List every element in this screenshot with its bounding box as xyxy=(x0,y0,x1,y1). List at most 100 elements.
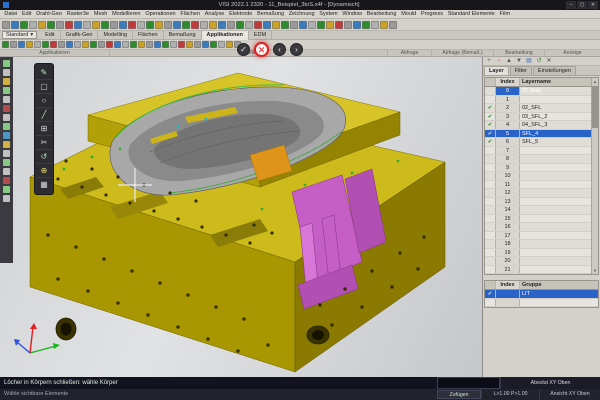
rotate-tool-icon[interactable]: ↺ xyxy=(36,150,52,164)
layer-visible-empty[interactable] xyxy=(485,298,496,306)
edit-tool-icon[interactable]: ✎ xyxy=(36,66,52,80)
toolbar-icon[interactable] xyxy=(83,20,91,29)
toolbar-icon[interactable] xyxy=(98,41,105,48)
toolbar-icon[interactable] xyxy=(82,41,89,48)
toolbar-icon[interactable] xyxy=(74,41,81,48)
toolbar-icon[interactable] xyxy=(34,41,41,48)
menu-datei[interactable]: Datei xyxy=(2,10,20,18)
toolbar-icon[interactable] xyxy=(202,41,209,48)
layer-list-icon[interactable]: ▤ xyxy=(525,57,533,65)
layer-visible-empty[interactable] xyxy=(485,146,496,154)
toolbar-icon[interactable] xyxy=(389,20,397,29)
toolbar-icon[interactable] xyxy=(353,20,361,29)
toolbar-icon[interactable] xyxy=(137,20,145,29)
line-tool-icon[interactable]: ╱ xyxy=(36,108,52,122)
layer-row[interactable]: 20 xyxy=(485,257,591,266)
menu-progress[interactable]: Progress xyxy=(419,10,446,18)
layer-row[interactable]: 21 xyxy=(485,265,591,274)
circle-tool-icon[interactable]: ○ xyxy=(36,94,52,108)
box-tool-icon[interactable]: ▢ xyxy=(36,80,52,94)
toolbar-icon[interactable] xyxy=(170,41,177,48)
toolbar-icon[interactable] xyxy=(3,168,10,175)
menu-draht-geo[interactable]: Draht-Geo xyxy=(34,10,64,18)
toolbar-icon[interactable] xyxy=(3,186,10,193)
layer-visible-check-icon[interactable]: ✔ xyxy=(485,87,496,95)
menu-system[interactable]: System xyxy=(317,10,340,18)
menu-edit[interactable]: Edit xyxy=(20,10,34,18)
toolbar-icon[interactable] xyxy=(50,41,57,48)
group-row[interactable]: ✔ LIT xyxy=(485,290,598,299)
layer-visible-check-icon[interactable]: ✔ xyxy=(485,112,496,120)
layer-visible-empty[interactable] xyxy=(485,172,496,180)
layer-row[interactable]: 10 xyxy=(485,172,591,181)
layer-visible-empty[interactable] xyxy=(485,265,496,273)
layer-visible-check-icon[interactable]: ✔ xyxy=(485,104,496,112)
column-header-group-index[interactable]: Index xyxy=(496,281,520,289)
toolbar-icon[interactable] xyxy=(3,123,10,130)
layer-row[interactable]: ✔ 3 03_SFL_2 xyxy=(485,112,591,121)
toolbar-icon[interactable] xyxy=(218,41,225,48)
toolbar-icon[interactable] xyxy=(218,20,226,29)
layer-visible-check-icon[interactable]: ✔ xyxy=(485,138,496,146)
toolbar-icon[interactable] xyxy=(236,20,244,29)
grid-tool-icon[interactable]: ⊞ xyxy=(36,122,52,136)
ribbon-tab-bema-ung[interactable]: Bemaßung xyxy=(164,30,202,40)
next-button[interactable]: › xyxy=(290,43,303,56)
layer-row[interactable]: 7 xyxy=(485,146,591,155)
toolbar-icon[interactable] xyxy=(138,41,145,48)
toolbar-icon[interactable] xyxy=(227,20,235,29)
layer-row[interactable]: 11 xyxy=(485,180,591,189)
toolbar-icon[interactable] xyxy=(20,20,28,29)
toolbar-icon[interactable] xyxy=(371,20,379,29)
layer-visible-empty[interactable] xyxy=(485,95,496,103)
toolbar-icon[interactable] xyxy=(106,41,113,48)
toolbar-icon[interactable] xyxy=(11,20,19,29)
toolbar-icon[interactable] xyxy=(3,96,10,103)
toolbar-icon[interactable] xyxy=(254,20,262,29)
toolbar-icon[interactable] xyxy=(58,41,65,48)
toolbar-icon[interactable] xyxy=(326,20,334,29)
ribbon-tab-applikationen[interactable]: Applikationen xyxy=(201,30,249,40)
panel-tab-layer[interactable]: Layer xyxy=(484,66,509,75)
scroll-down-icon[interactable]: ▼ xyxy=(592,267,598,274)
toolbar-icon[interactable] xyxy=(226,41,233,48)
layer-row[interactable]: 15 xyxy=(485,214,591,223)
close-button[interactable]: ✕ xyxy=(588,1,598,9)
menu-raster3e[interactable]: Raster3e xyxy=(64,10,91,18)
toolbar-icon[interactable] xyxy=(18,41,25,48)
previous-button[interactable]: ‹ xyxy=(273,43,286,56)
menu-standard-elemente[interactable]: Standard Elemente xyxy=(445,10,497,18)
menu-elektrode[interactable]: Elektrode xyxy=(227,10,255,18)
layer-row[interactable]: ✔ 6 SFL_5 xyxy=(485,138,591,147)
toolbar-icon[interactable] xyxy=(263,20,271,29)
add-button[interactable]: Zufügen xyxy=(437,390,481,399)
toolbar-icon[interactable] xyxy=(299,20,307,29)
column-header-gruppe[interactable]: Gruppe xyxy=(520,281,598,289)
toolbar-icon[interactable] xyxy=(29,20,37,29)
menu-mesh[interactable]: Mesh xyxy=(91,10,109,18)
toolbar-icon[interactable] xyxy=(90,41,97,48)
toolbar-icon[interactable] xyxy=(65,20,73,29)
layer-visible-check-icon[interactable]: ✔ xyxy=(485,290,496,298)
toolbar-icon[interactable] xyxy=(200,20,208,29)
layer-visible-empty[interactable] xyxy=(485,231,496,239)
cancel-button[interactable]: ✕ xyxy=(254,42,269,57)
toolbar-icon[interactable] xyxy=(2,41,9,48)
menu-modellieren[interactable]: Modellieren xyxy=(110,10,143,18)
toolbar-icon[interactable] xyxy=(128,20,136,29)
toolbar-icon[interactable] xyxy=(3,132,10,139)
layer-visible-empty[interactable] xyxy=(485,240,496,248)
toolbar-icon[interactable] xyxy=(308,20,316,29)
column-header-index[interactable]: Index xyxy=(496,78,520,86)
toolbar-icon[interactable] xyxy=(122,41,129,48)
layer-row[interactable]: 19 xyxy=(485,248,591,257)
toolbar-icon[interactable] xyxy=(186,41,193,48)
layer-visible-check-icon[interactable]: ✔ xyxy=(485,121,496,129)
trim-tool-icon[interactable]: ✂ xyxy=(36,136,52,150)
toolbar-icon[interactable] xyxy=(173,20,181,29)
layer-row[interactable]: ✔ 4 04_SFL_3 xyxy=(485,121,591,130)
scrollbar-thumb[interactable] xyxy=(592,86,598,128)
menu-bema-ung[interactable]: Bemaßung xyxy=(255,10,287,18)
toolbar-icon[interactable] xyxy=(209,20,217,29)
ribbon-tab-modelling[interactable]: Modelling xyxy=(98,30,134,40)
